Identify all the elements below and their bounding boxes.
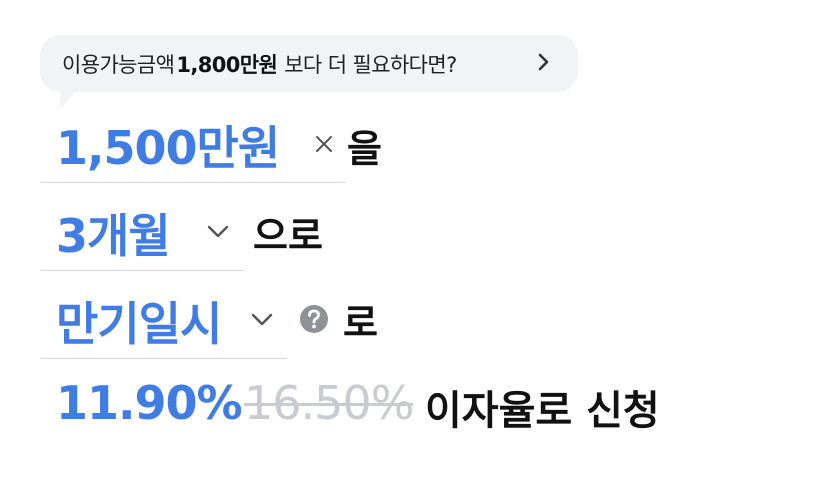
- period-underline: [40, 270, 243, 271]
- period-particle: 으로: [253, 214, 323, 258]
- period-value: 3개월: [56, 209, 171, 263]
- banner-suffix: 보다 더 필요하다면?: [284, 52, 457, 77]
- repayment-particle: 로: [343, 301, 378, 345]
- banner-prefix: 이용가능금액: [62, 52, 175, 77]
- amount-underline: [40, 182, 346, 183]
- chevron-down-icon: [251, 313, 273, 326]
- more-limit-banner[interactable]: 이용가능금액 1,800만원 보다 더 필요하다면?: [40, 35, 578, 92]
- apply-rate-text: 이자율로 신청: [425, 388, 660, 434]
- help-icon[interactable]: [299, 304, 329, 334]
- banner-amount: 1,800만원: [176, 52, 278, 77]
- chevron-down-icon: [207, 225, 229, 238]
- bubble-tail: [60, 91, 76, 109]
- original-rate: 16.50%: [244, 376, 414, 430]
- repayment-value: 만기일시: [56, 297, 222, 351]
- chevron-right-icon: [538, 53, 549, 71]
- current-rate: 11.90%: [56, 376, 243, 430]
- clear-icon[interactable]: [314, 134, 334, 154]
- amount-value: 1,500만원: [56, 121, 280, 175]
- amount-particle: 을: [347, 127, 382, 171]
- repayment-underline: [40, 358, 287, 359]
